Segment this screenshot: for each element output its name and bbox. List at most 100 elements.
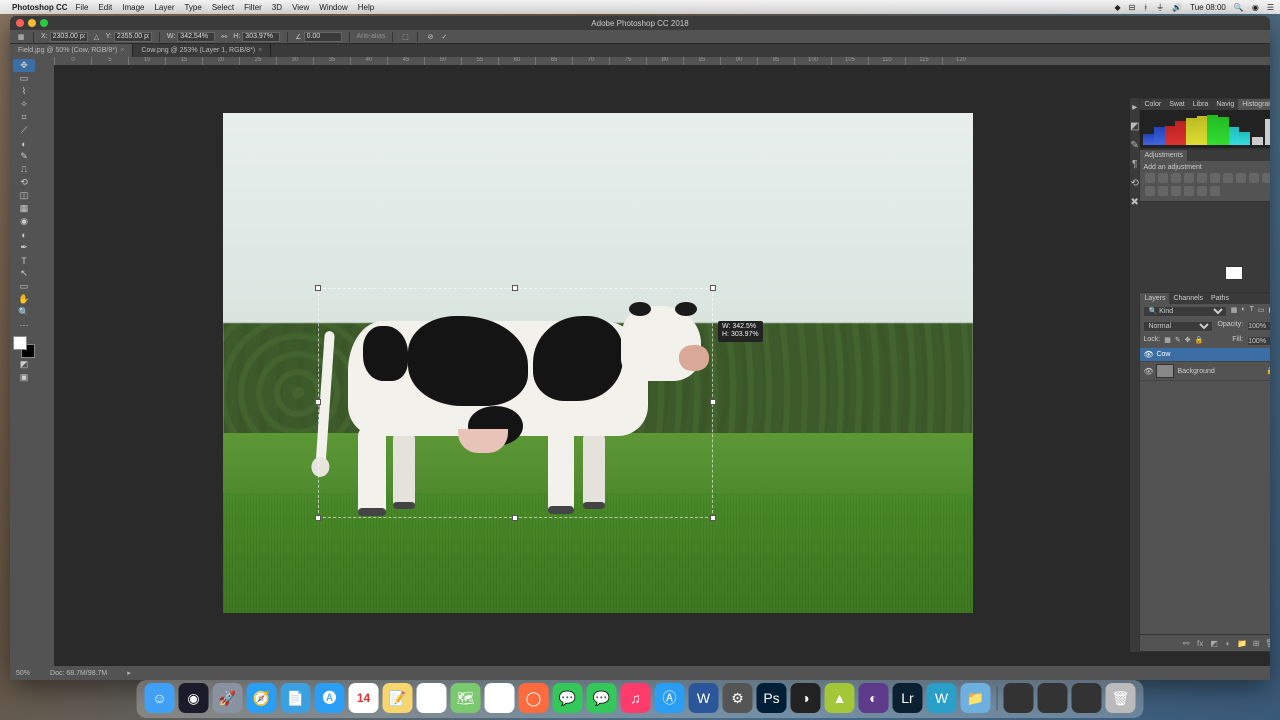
menu-3d[interactable]: 3D bbox=[272, 3, 282, 12]
dock-notes[interactable]: 📝 bbox=[383, 683, 413, 713]
handle-tl[interactable] bbox=[315, 285, 321, 291]
close-icon[interactable]: × bbox=[258, 47, 262, 54]
lock-pos-icon[interactable]: ✥ bbox=[1185, 336, 1191, 346]
tool-dodge[interactable]: ◐ bbox=[13, 228, 35, 241]
tool-blur[interactable]: ◉ bbox=[13, 215, 35, 228]
adj-mixer-icon[interactable] bbox=[1249, 173, 1259, 183]
rot-input[interactable] bbox=[304, 32, 342, 42]
tool-eyedrop[interactable]: ⟋ bbox=[13, 124, 35, 137]
dock-photos[interactable]: ✿ bbox=[485, 683, 515, 713]
layer-row-background[interactable]: 👁 Background 🔒 bbox=[1140, 362, 1270, 381]
lock-trans-icon[interactable]: ▦ bbox=[1164, 336, 1171, 346]
adj-more-icon[interactable] bbox=[1210, 186, 1220, 196]
dock-maps[interactable]: 🗺 bbox=[451, 683, 481, 713]
status-clock[interactable]: Tue 08:00 bbox=[1190, 3, 1226, 12]
fx-icon[interactable]: fx bbox=[1195, 638, 1205, 648]
status-search-icon[interactable]: 🔍 bbox=[1234, 3, 1244, 12]
tab-histogram[interactable]: Histogram bbox=[1238, 99, 1270, 110]
warp-icon[interactable]: ⬚ bbox=[400, 32, 410, 42]
visibility-icon[interactable]: 👁 bbox=[1143, 367, 1153, 376]
tool-gradient[interactable]: ▦ bbox=[13, 202, 35, 215]
status-notif-icon[interactable]: ☰ bbox=[1267, 3, 1274, 12]
status-zoom[interactable]: 50% bbox=[16, 670, 30, 677]
dock-messages[interactable]: 💬 bbox=[553, 683, 583, 713]
layer-filter-select[interactable]: 🔍 Kind bbox=[1143, 306, 1226, 317]
handle-br[interactable] bbox=[710, 515, 716, 521]
adj-exposure-icon[interactable] bbox=[1184, 173, 1194, 183]
collapsed-panel-icon[interactable]: ✎ bbox=[1131, 140, 1139, 151]
dock-cam[interactable]: ◯ bbox=[519, 683, 549, 713]
adj-bw-icon[interactable] bbox=[1223, 173, 1233, 183]
adj-curves-icon[interactable] bbox=[1171, 173, 1181, 183]
menu-window[interactable]: Window bbox=[319, 3, 347, 12]
adj-lut-icon[interactable] bbox=[1262, 173, 1270, 183]
status-dropbox-icon[interactable]: ⊟ bbox=[1129, 3, 1136, 12]
handle-mr[interactable] bbox=[710, 399, 716, 405]
link-layers-icon[interactable]: ⚯ bbox=[1181, 638, 1191, 648]
handle-tc[interactable] bbox=[512, 285, 518, 291]
dock-finder[interactable]: ☺ bbox=[145, 683, 175, 713]
tab-channels[interactable]: Channels bbox=[1169, 293, 1207, 304]
status-bt-icon[interactable]: ᚼ bbox=[1143, 3, 1148, 12]
handle-bl[interactable] bbox=[315, 515, 321, 521]
dock-itunes[interactable]: ♫ bbox=[621, 683, 651, 713]
fill-input[interactable] bbox=[1247, 336, 1270, 346]
opacity-input[interactable] bbox=[1247, 321, 1270, 331]
collapsed-panel-icon[interactable]: ¶ bbox=[1132, 159, 1137, 170]
filter-shape-icon[interactable]: ▭ bbox=[1258, 306, 1265, 317]
cancel-icon[interactable]: ⊘ bbox=[425, 32, 435, 42]
tab-swat[interactable]: Swat bbox=[1165, 99, 1189, 110]
close-icon[interactable]: × bbox=[120, 47, 124, 54]
adj-select-icon[interactable] bbox=[1197, 186, 1207, 196]
tool-history[interactable]: ⟲ bbox=[13, 176, 35, 189]
dock-appstore2[interactable]: 🅐 bbox=[315, 683, 345, 713]
delete-layer-icon[interactable]: 🗑 bbox=[1265, 638, 1270, 648]
layer-name[interactable]: Cow bbox=[1156, 351, 1170, 358]
dock-siri[interactable]: ◉ bbox=[179, 683, 209, 713]
tool-hand[interactable]: ✋ bbox=[13, 293, 35, 306]
menu-image[interactable]: Image bbox=[122, 3, 144, 12]
tool-marquee[interactable]: ▭ bbox=[13, 72, 35, 85]
status-siri-icon[interactable]: ◉ bbox=[1252, 3, 1259, 12]
filter-img-icon[interactable]: ▦ bbox=[1231, 306, 1238, 317]
ruler-horizontal[interactable]: 0510152025303540455055606570758085909510… bbox=[54, 57, 1270, 65]
filter-adj-icon[interactable]: ◐ bbox=[1241, 306, 1245, 317]
status-wifi-icon[interactable]: ⏚ bbox=[1156, 2, 1164, 13]
tab-nav[interactable]: Navig bbox=[1212, 99, 1238, 110]
layer-name[interactable]: Background bbox=[1177, 368, 1214, 375]
adj-grad-icon[interactable] bbox=[1184, 186, 1194, 196]
dock-reminders[interactable]: ≣ bbox=[417, 683, 447, 713]
tool-more[interactable]: ⋯ bbox=[13, 319, 35, 332]
ruler-vertical[interactable] bbox=[38, 65, 54, 666]
dock-safari[interactable]: 🧭 bbox=[247, 683, 277, 713]
adj-brightness-icon[interactable] bbox=[1145, 173, 1155, 183]
layer-thumb[interactable] bbox=[1225, 266, 1243, 280]
dock-calendar[interactable]: 14 bbox=[349, 683, 379, 713]
tab-adjustments[interactable]: Adjustments bbox=[1140, 150, 1187, 161]
dock-desk2[interactable] bbox=[1038, 683, 1068, 713]
tool-wand[interactable]: ✧ bbox=[13, 98, 35, 111]
adj-hue-icon[interactable] bbox=[1210, 173, 1220, 183]
tool-move[interactable]: ✥ bbox=[13, 59, 35, 72]
dock-settings[interactable]: ⚙ bbox=[723, 683, 753, 713]
menu-view[interactable]: View bbox=[292, 3, 309, 12]
group-icon[interactable]: 📁 bbox=[1237, 638, 1247, 648]
app-name[interactable]: Photoshop CC bbox=[12, 3, 68, 12]
tool-lasso[interactable]: ⌇ bbox=[13, 85, 35, 98]
fg-color[interactable] bbox=[13, 336, 27, 350]
dock-word[interactable]: W bbox=[689, 683, 719, 713]
dock-file[interactable]: 📄 bbox=[281, 683, 311, 713]
menu-filter[interactable]: Filter bbox=[244, 3, 262, 12]
dock-appstore[interactable]: Ⓐ bbox=[655, 683, 685, 713]
menu-select[interactable]: Select bbox=[212, 3, 234, 12]
tool-quickmask[interactable]: ◩ bbox=[13, 358, 35, 371]
dock-android[interactable]: ▲ bbox=[825, 683, 855, 713]
tab-color[interactable]: Color bbox=[1140, 99, 1165, 110]
dock-purple[interactable]: ◐ bbox=[859, 683, 889, 713]
blend-mode-select[interactable]: Normal bbox=[1143, 321, 1213, 332]
tab-layers[interactable]: Layers bbox=[1140, 293, 1169, 304]
canvas[interactable]: W: 342.5% H: 303.97% bbox=[223, 113, 973, 613]
tab-lib[interactable]: Libra bbox=[1189, 99, 1213, 110]
commit-icon[interactable]: ✓ bbox=[439, 32, 449, 42]
x-input[interactable] bbox=[50, 32, 88, 42]
